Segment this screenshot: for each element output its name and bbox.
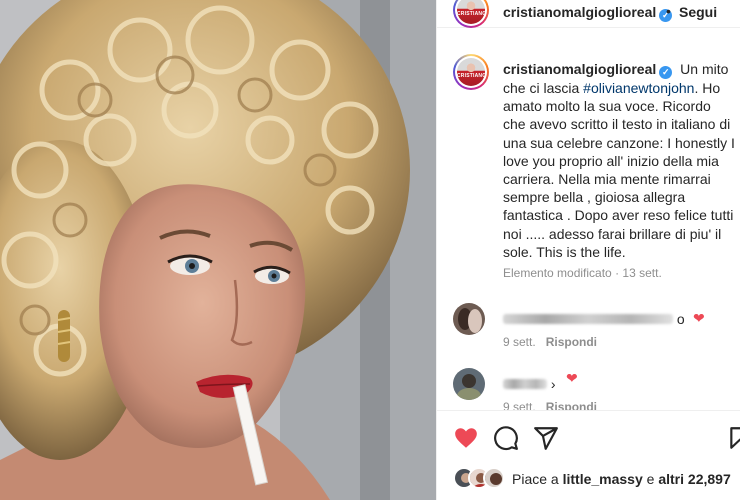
caption-username[interactable]: cristianomalgioglioreal ✓ [503,61,673,79]
likes-count-link[interactable]: altri 22,897 [658,471,730,487]
verified-badge-icon: ✓ [659,66,673,79]
liker-avatar[interactable] [483,467,505,489]
comment-icon[interactable] [493,425,519,451]
blurred-comment [503,314,673,324]
post-header: CRISTIANO cristianomalgioglioreal ✓ • Seg… [437,0,740,28]
commenter-avatar[interactable] [453,303,485,335]
heart-emoji-icon: ❤ [566,370,578,386]
action-bar: Piace a little_massy e altri 22,897 [437,410,740,500]
comment-meta: 9 sett. Rispondi [503,335,598,349]
comment-item: o ❤ 9 sett. Rispondi [453,303,740,353]
caption-meta: Elemento modificato · 13 sett. [503,266,662,280]
hashtag-link[interactable]: #olivianewtonjohn [583,80,694,96]
heart-icon[interactable] [453,425,479,451]
bookmark-icon[interactable] [727,425,740,451]
heart-emoji-icon: ❤ [693,310,705,326]
author-username[interactable]: cristianomalgioglioreal ✓ [503,4,673,22]
share-icon[interactable] [533,425,559,451]
post-photo[interactable] [0,0,436,500]
commenter-avatar[interactable] [453,368,485,400]
caption-avatar[interactable]: CRISTIANO [453,54,489,90]
blurred-comment [503,379,547,389]
comment-text: › [503,376,556,392]
author-avatar[interactable]: CRISTIANO [453,0,489,28]
post-caption: cristianomalgioglioreal ✓ Un mito che ci … [503,61,735,260]
header-separator: • [666,3,671,19]
portrait-image [0,0,436,500]
post-time: 13 sett. [622,266,662,280]
post-details-panel: CRISTIANO cristianomalgioglioreal ✓ • Seg… [436,0,740,500]
liker-username[interactable]: little_massy [563,471,643,487]
reply-button[interactable]: Rispondi [546,335,597,349]
follow-button[interactable]: Segui [679,4,717,20]
likes-text: Piace a little_massy e altri 22,897 [512,471,731,487]
comment-text: o [503,311,685,327]
